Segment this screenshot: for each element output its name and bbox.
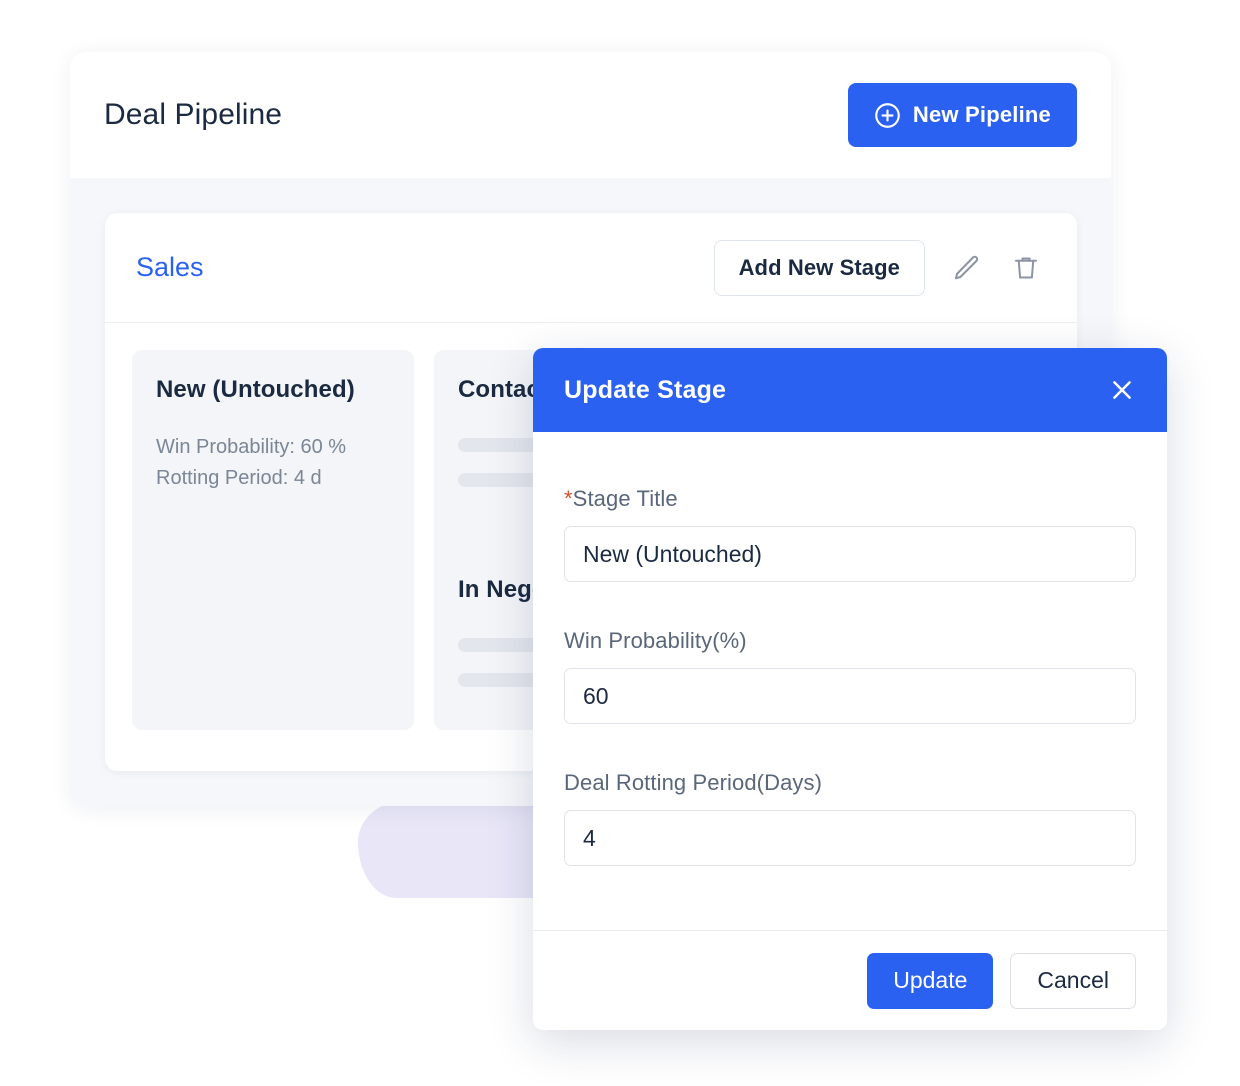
modal-body: *Stage Title Win Probability(%) Deal Rot… — [533, 432, 1167, 930]
update-stage-modal: Update Stage *Stage Title Win Probabilit… — [533, 348, 1167, 1030]
win-probability-label: Win Probability(%) — [564, 628, 747, 653]
stage-meta: Win Probability: 60 % Rotting Period: 4 … — [156, 432, 390, 494]
modal-header: Update Stage — [533, 348, 1167, 432]
edit-pipeline-button[interactable] — [947, 249, 985, 287]
new-pipeline-button[interactable]: New Pipeline — [847, 83, 1077, 147]
stage-win-probability: Win Probability: 60 % — [156, 436, 347, 458]
stage-title-label-text: Stage Title — [572, 486, 678, 511]
modal-title: Update Stage — [564, 375, 727, 404]
rotting-period-label: Deal Rotting Period(Days) — [564, 770, 823, 795]
update-button[interactable]: Update — [867, 952, 994, 1009]
trash-icon — [1011, 253, 1041, 283]
required-asterisk: * — [564, 486, 573, 511]
delete-pipeline-button[interactable] — [1007, 249, 1045, 287]
stage-title-input[interactable] — [564, 526, 1136, 582]
modal-footer: Update Cancel — [533, 930, 1167, 1030]
panel-header: Deal Pipeline New Pipeline — [70, 52, 1111, 178]
stage-rotting-period: Rotting Period: 4 d — [156, 467, 322, 489]
modal-close-button[interactable] — [1102, 370, 1142, 410]
pipeline-card-header: Sales Add New Stage — [105, 213, 1077, 323]
stage-title-label: *Stage Title — [564, 486, 1136, 512]
page-title: Deal Pipeline — [104, 98, 283, 131]
stage-title: New (Untouched) — [156, 376, 355, 403]
pipeline-name-link[interactable]: Sales — [136, 252, 204, 283]
rotting-period-input[interactable] — [564, 810, 1136, 866]
screenshot-root: Deal Pipeline New Pipeline Sales Add New… — [0, 0, 1240, 1086]
pipeline-actions: Add New Stage — [713, 239, 1045, 296]
field-win-probability: Win Probability(%) — [564, 628, 1136, 724]
win-probability-input[interactable] — [564, 668, 1136, 724]
add-new-stage-button[interactable]: Add New Stage — [713, 239, 925, 296]
cancel-button[interactable]: Cancel — [1010, 952, 1136, 1009]
stage-card[interactable]: New (Untouched) Win Probability: 60 % Ro… — [132, 350, 414, 730]
field-stage-title: *Stage Title — [564, 486, 1136, 582]
close-x-icon — [1108, 381, 1136, 407]
plus-circle-icon — [874, 102, 901, 129]
field-rotting-period: Deal Rotting Period(Days) — [564, 770, 1136, 866]
new-pipeline-label: New Pipeline — [912, 102, 1051, 127]
pencil-icon — [951, 253, 981, 283]
